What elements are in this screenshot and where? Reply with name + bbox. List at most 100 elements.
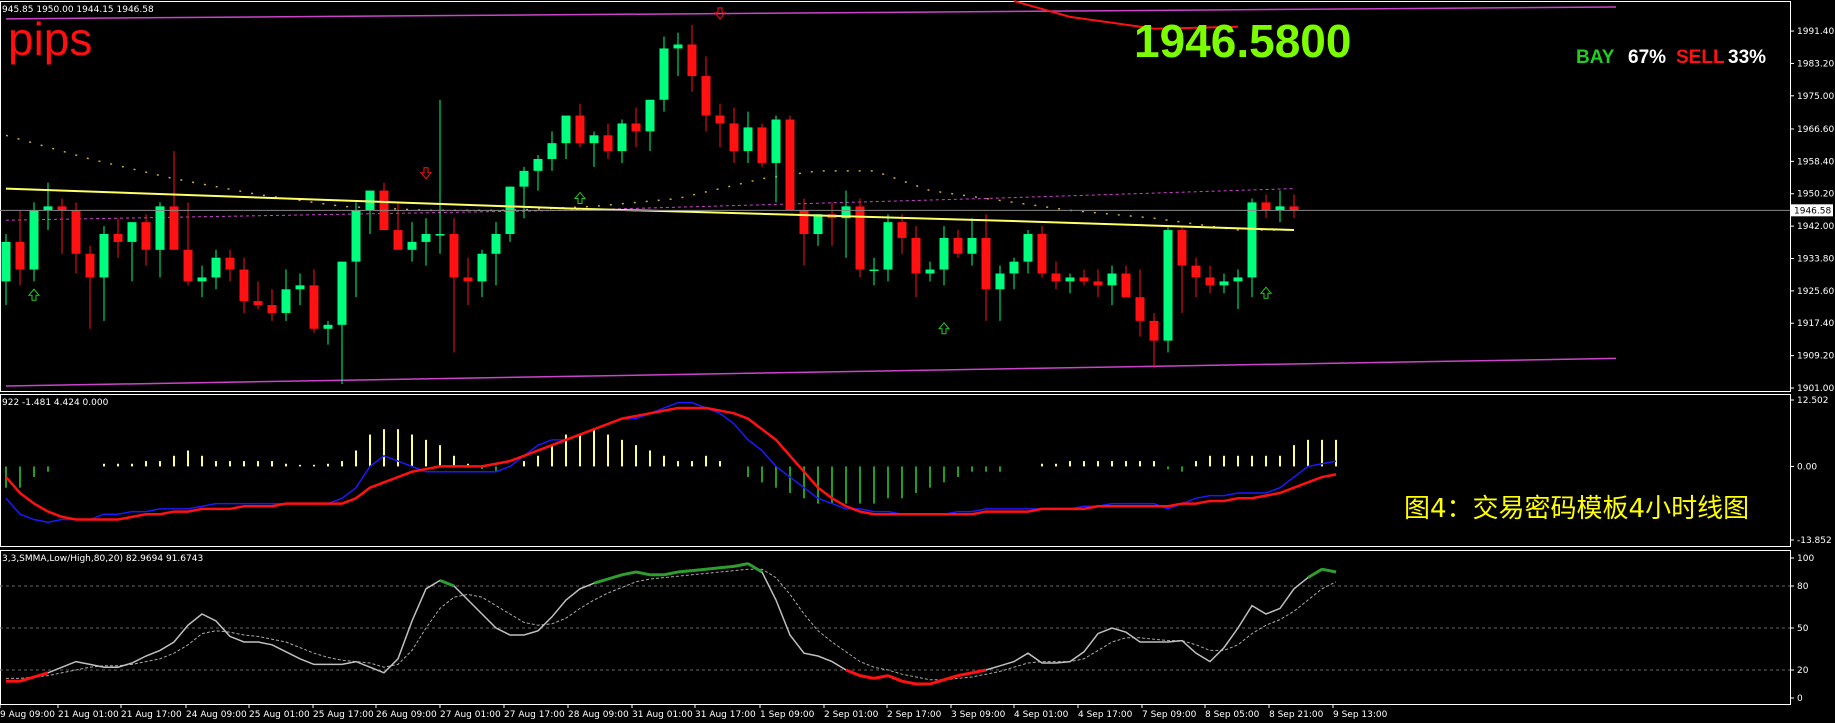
bear-candle bbox=[393, 230, 403, 250]
time-tick-label: 4 Sep 01:00 bbox=[1014, 710, 1069, 720]
bear-candle bbox=[267, 305, 277, 313]
bull-candle bbox=[99, 234, 109, 278]
channel-upper-line bbox=[5, 6, 1617, 20]
bear-candle bbox=[701, 76, 711, 116]
time-tick-label: 31 Aug 01:00 bbox=[632, 710, 693, 720]
bear-candle bbox=[953, 237, 963, 254]
bear-candle bbox=[1079, 277, 1089, 282]
buy-arrow-icon bbox=[937, 321, 951, 335]
bear-candle bbox=[183, 249, 193, 282]
bull-candle bbox=[645, 99, 655, 132]
bull-candle bbox=[491, 234, 501, 254]
bull-candle bbox=[197, 277, 207, 282]
stoch-main-line bbox=[6, 562, 1337, 685]
time-tick-label: 28 Aug 09:00 bbox=[568, 710, 629, 720]
bear-candle bbox=[1289, 206, 1299, 211]
bull-candle bbox=[533, 158, 543, 171]
price-tick-label: 1942.00 bbox=[1797, 222, 1834, 232]
stoch-tick-label: 100 bbox=[1797, 554, 1814, 564]
bear-candle bbox=[911, 237, 921, 274]
bull-candle bbox=[477, 253, 487, 282]
time-tick-label: 25 Aug 01:00 bbox=[249, 710, 310, 720]
bull-candle bbox=[1163, 230, 1173, 341]
macd-main-line bbox=[5, 401, 1337, 523]
bear-candle bbox=[757, 127, 767, 163]
bear-candle bbox=[1191, 265, 1201, 278]
stoch-tick-label: 80 bbox=[1797, 582, 1809, 592]
price-tick-label: 1991.40 bbox=[1797, 27, 1834, 37]
bear-candle bbox=[799, 210, 809, 235]
bear-candle bbox=[57, 206, 67, 211]
stoch-tick-label: 0 bbox=[1797, 694, 1803, 704]
time-tick-label: 27 Aug 17:00 bbox=[504, 710, 565, 720]
bay-percent: 67% bbox=[1628, 47, 1667, 68]
bull-candle bbox=[967, 237, 977, 254]
macd-signal-line bbox=[5, 406, 1337, 521]
stoch-overbought-segment bbox=[1307, 567, 1323, 579]
bear-candle bbox=[687, 44, 697, 77]
price-tick-label: 1983.20 bbox=[1797, 59, 1834, 69]
stoch-overbought-segment bbox=[705, 566, 721, 571]
bear-candle bbox=[631, 123, 641, 132]
price-tick-label: 1901.00 bbox=[1797, 384, 1834, 394]
bull-candle bbox=[1247, 202, 1257, 278]
time-tick-label: 21 Aug 17:00 bbox=[121, 710, 182, 720]
stoch-tick-label: 20 bbox=[1797, 666, 1809, 676]
stoch-oversold-segment bbox=[33, 671, 49, 679]
bear-candle bbox=[1177, 230, 1187, 266]
bear-candle bbox=[1149, 320, 1159, 341]
chart-caption: 图4：交易密码模板4小时线图 bbox=[1404, 494, 1750, 524]
stoch-oversold-segment bbox=[943, 674, 959, 682]
chart-canvas: 1991.40 1983.20 1975.00 1966.60 1958.40 1950.… bbox=[0, 0, 1834, 720]
bull-candle bbox=[1009, 261, 1019, 274]
price-tick-label: 1966.60 bbox=[1797, 125, 1834, 135]
bear-candle bbox=[603, 135, 613, 152]
stoch-overbought-segment bbox=[621, 570, 637, 577]
stoch-oversold-segment bbox=[887, 674, 903, 683]
bear-candle bbox=[169, 206, 179, 250]
bull-candle bbox=[925, 269, 935, 274]
bear-candle bbox=[785, 119, 795, 211]
time-tick-label: 2 Sep 01:00 bbox=[824, 710, 879, 720]
pips-label: pips bbox=[8, 13, 93, 65]
axis-layer: 1991.40 1983.20 1975.00 1966.60 1958.40 1950.… bbox=[0, 27, 1834, 720]
bear-candle bbox=[239, 269, 249, 302]
stoch-oversold-segment bbox=[901, 679, 917, 686]
bull-candle bbox=[995, 273, 1005, 290]
time-tick-label: 8 Sep 05:00 bbox=[1205, 710, 1260, 720]
time-tick-label: 8 Sep 21:00 bbox=[1269, 710, 1324, 720]
buy-arrow-icon bbox=[27, 288, 41, 301]
bull-candle bbox=[337, 261, 347, 325]
time-tick-label: 21 Aug 01:00 bbox=[58, 710, 119, 720]
time-tick-label: 24 Aug 09:00 bbox=[186, 710, 247, 720]
bear-candle bbox=[113, 234, 123, 242]
bull-candle bbox=[281, 289, 291, 313]
stoch-overbought-segment bbox=[635, 570, 651, 577]
bear-candle bbox=[1093, 281, 1103, 286]
time-tick-label: 4 Sep 17:00 bbox=[1078, 710, 1133, 720]
channel-lower-line bbox=[5, 357, 1617, 387]
stoch-tick-label: 50 bbox=[1797, 624, 1809, 634]
stoch-overbought-segment bbox=[1321, 567, 1337, 574]
bull-candle bbox=[43, 206, 53, 211]
stoch-overbought-segment bbox=[607, 573, 623, 581]
bay-label: BAY bbox=[1576, 47, 1615, 68]
sell-label: SELL bbox=[1676, 47, 1725, 68]
bull-candle bbox=[547, 143, 557, 159]
stoch-pane bbox=[0, 562, 1790, 686]
bear-candle bbox=[225, 257, 235, 270]
time-tick-label: 9 Aug 09:00 bbox=[0, 710, 55, 720]
time-tick-label: 9 Sep 13:00 bbox=[1333, 710, 1388, 720]
bear-candle bbox=[1205, 277, 1215, 286]
time-tick-label: 31 Aug 17:00 bbox=[695, 710, 756, 720]
bull-candle bbox=[813, 214, 823, 235]
yellow-moving-average bbox=[5, 187, 1295, 232]
stoch-oversold-segment bbox=[873, 674, 889, 680]
price-tick-label: 1909.20 bbox=[1797, 352, 1834, 362]
price-tick-label: 1958.40 bbox=[1797, 157, 1834, 167]
stoch-overbought-segment bbox=[677, 569, 693, 574]
current-price-display: 1946.5800 bbox=[1134, 15, 1352, 67]
time-tick-label: 25 Aug 17:00 bbox=[313, 710, 374, 720]
current-price-tag-label: 1946.58 bbox=[1794, 206, 1831, 216]
time-tick-label: 3 Sep 09:00 bbox=[951, 710, 1006, 720]
